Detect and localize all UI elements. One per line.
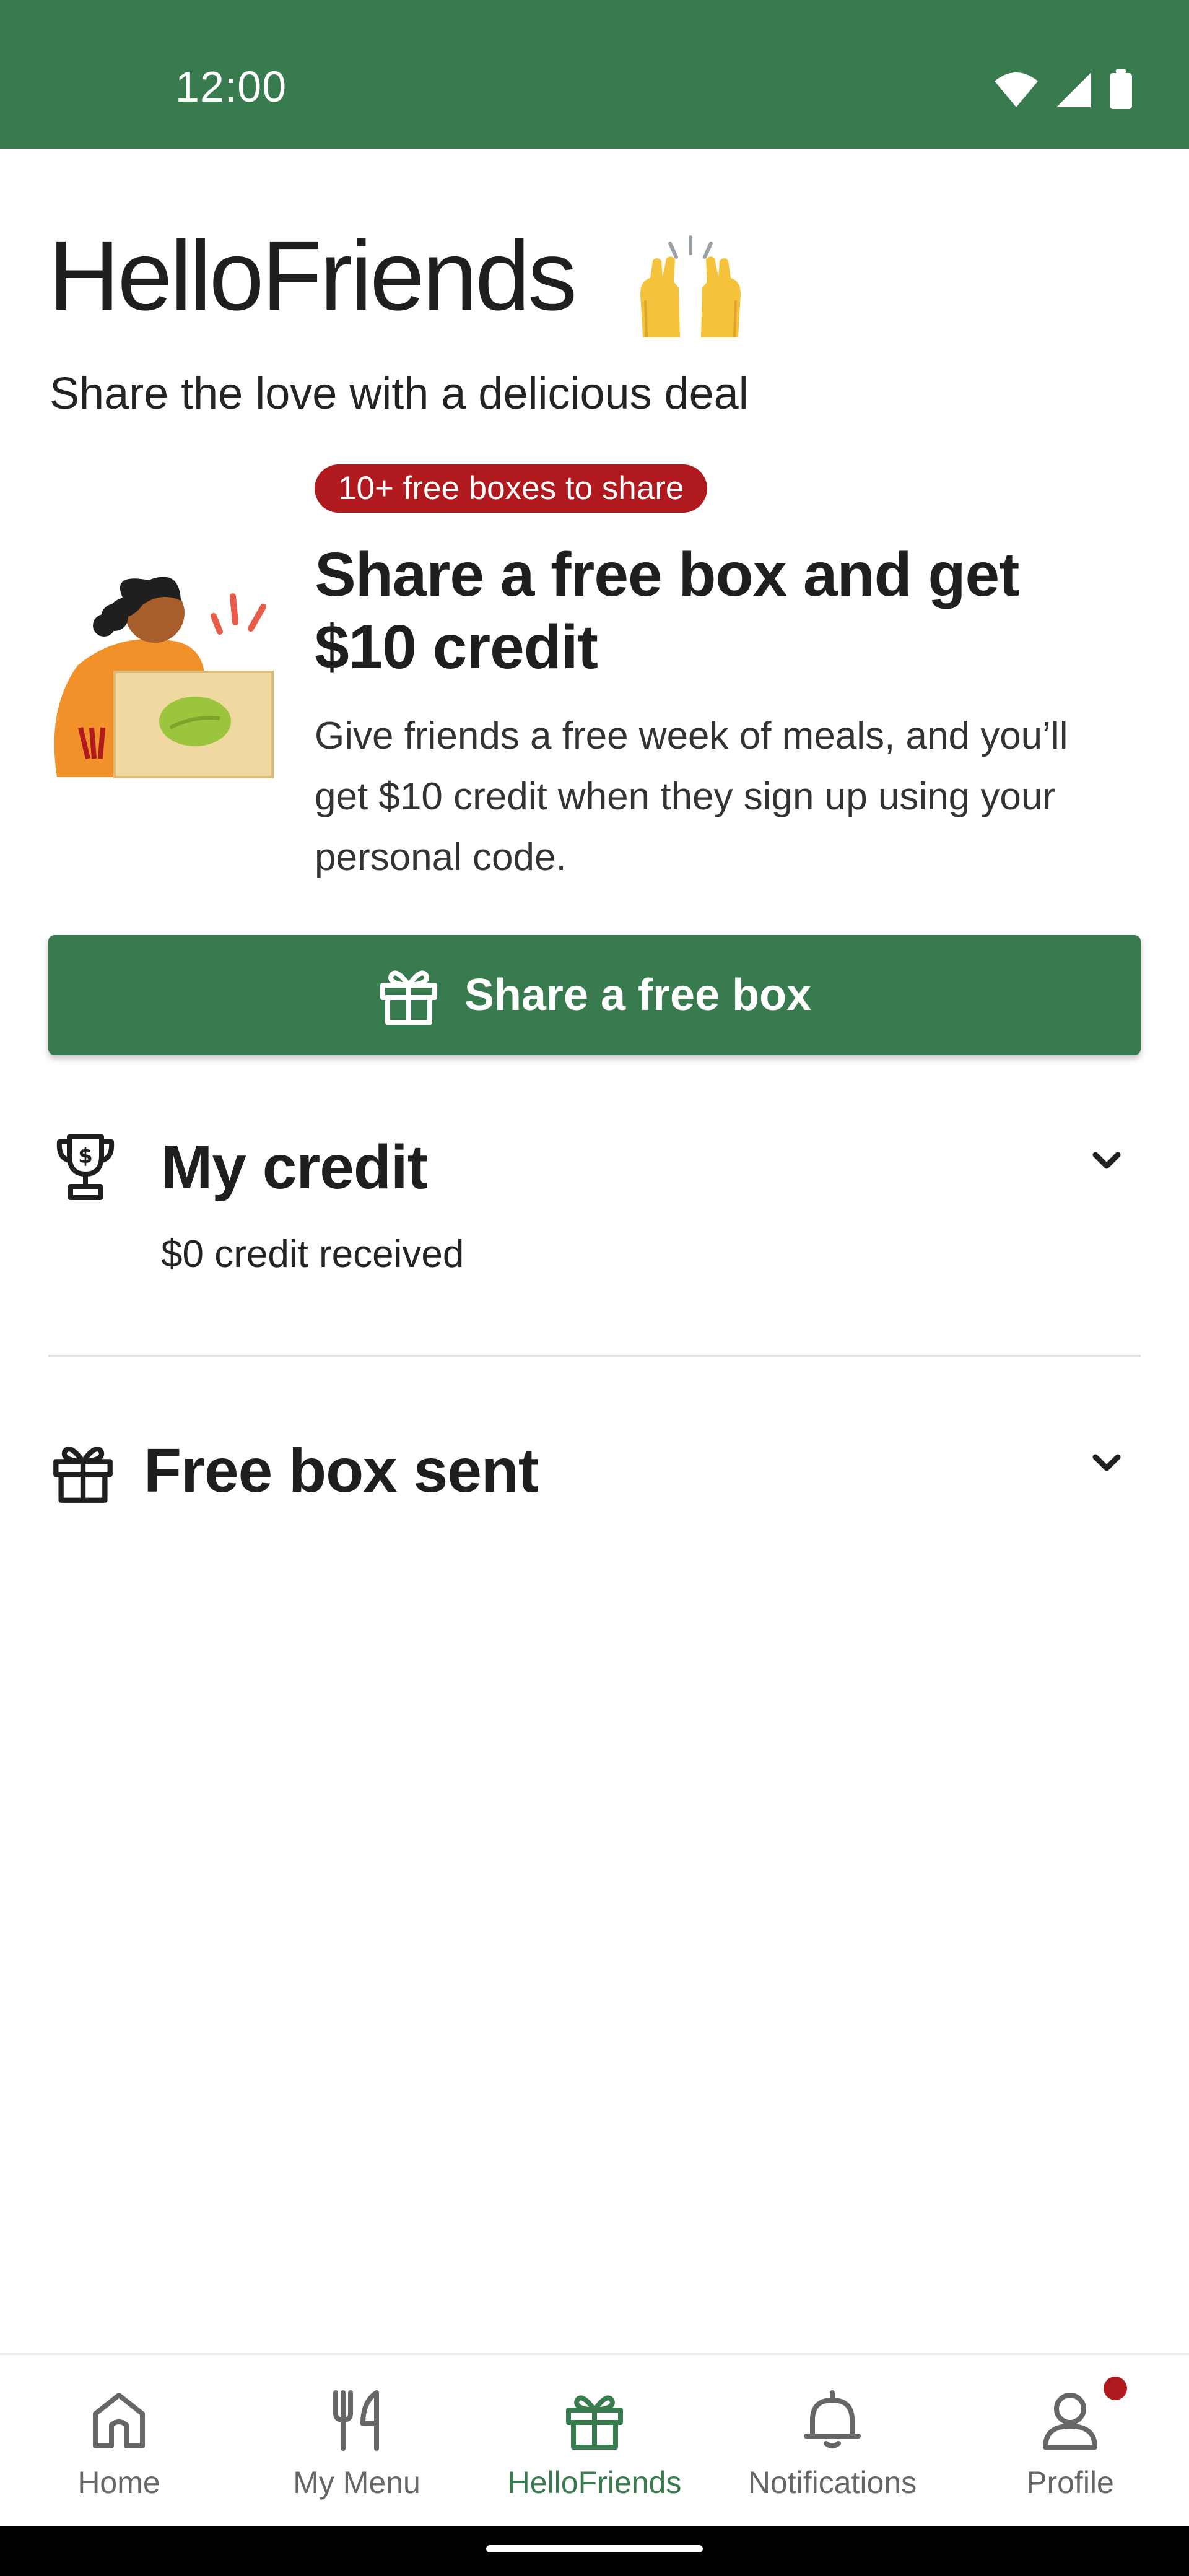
home-indicator[interactable] [486, 2545, 703, 2552]
home-icon [93, 2393, 145, 2448]
promo-body: Give friends a free week of meals, and y… [315, 715, 1068, 879]
status-time: 12:00 [175, 63, 287, 111]
section-divider [48, 1355, 1141, 1357]
my-credit-heading: My credit [161, 1133, 428, 1202]
share-button-label: Share a free box [464, 970, 812, 1020]
nav-item-notifications[interactable]: Notifications [713, 2355, 951, 2528]
my-credit-section[interactable]: $ My credit $0 credit received [0, 1108, 1189, 1313]
person-icon [1043, 2393, 1097, 2450]
nav-label-home: Home [77, 2465, 160, 2500]
promo-badge: 10+ free boxes to share [315, 464, 708, 513]
person-holding-box-illustration [54, 577, 274, 778]
nav-item-my-menu[interactable]: My Menu [238, 2355, 476, 2528]
gift-icon [380, 970, 437, 1025]
fork-knife-icon [333, 2390, 379, 2451]
nav-item-profile[interactable]: Profile [951, 2355, 1189, 2528]
nav-item-hellofriends[interactable]: HelloFriends [476, 2355, 713, 2528]
promo-heading: Share a free box and get $10 credit [315, 540, 1019, 682]
nav-label-my-menu: My Menu [293, 2465, 420, 2500]
nav-label-hellofriends: HelloFriends [507, 2465, 682, 2500]
nav-label-notifications: Notifications [747, 2465, 917, 2500]
page-title: HelloFriends [48, 220, 577, 331]
credit-received-value: $0 credit received [161, 1233, 464, 1276]
chevron-down-icon[interactable] [1092, 1454, 1121, 1473]
notification-dot [1104, 2377, 1127, 2400]
gift-icon [566, 2395, 623, 2450]
signal-icon [1056, 72, 1091, 107]
raising-hands-emoji [640, 235, 741, 338]
share-free-box-button[interactable]: Share a free box [48, 935, 1141, 1055]
svg-text:$: $ [78, 1144, 93, 1168]
battery-icon [1110, 69, 1132, 109]
free-box-sent-section[interactable]: Free box sent [0, 1418, 1189, 1530]
page-subtitle: Share the love with a delicious deal [50, 369, 749, 419]
bottom-navigation: Home My Menu HelloFriends Notifications … [0, 2353, 1189, 2528]
nav-label-profile: Profile [1026, 2465, 1114, 2500]
gift-icon [53, 1446, 113, 1503]
status-bar: 12:00 [0, 0, 1189, 149]
chevron-down-icon[interactable] [1092, 1152, 1121, 1170]
wifi-icon [995, 72, 1038, 107]
nav-item-home[interactable]: Home [0, 2355, 238, 2528]
status-icons [993, 69, 1133, 110]
free-box-sent-heading: Free box sent [144, 1436, 539, 1505]
bell-icon [804, 2390, 861, 2448]
trophy-icon: $ [56, 1134, 115, 1200]
